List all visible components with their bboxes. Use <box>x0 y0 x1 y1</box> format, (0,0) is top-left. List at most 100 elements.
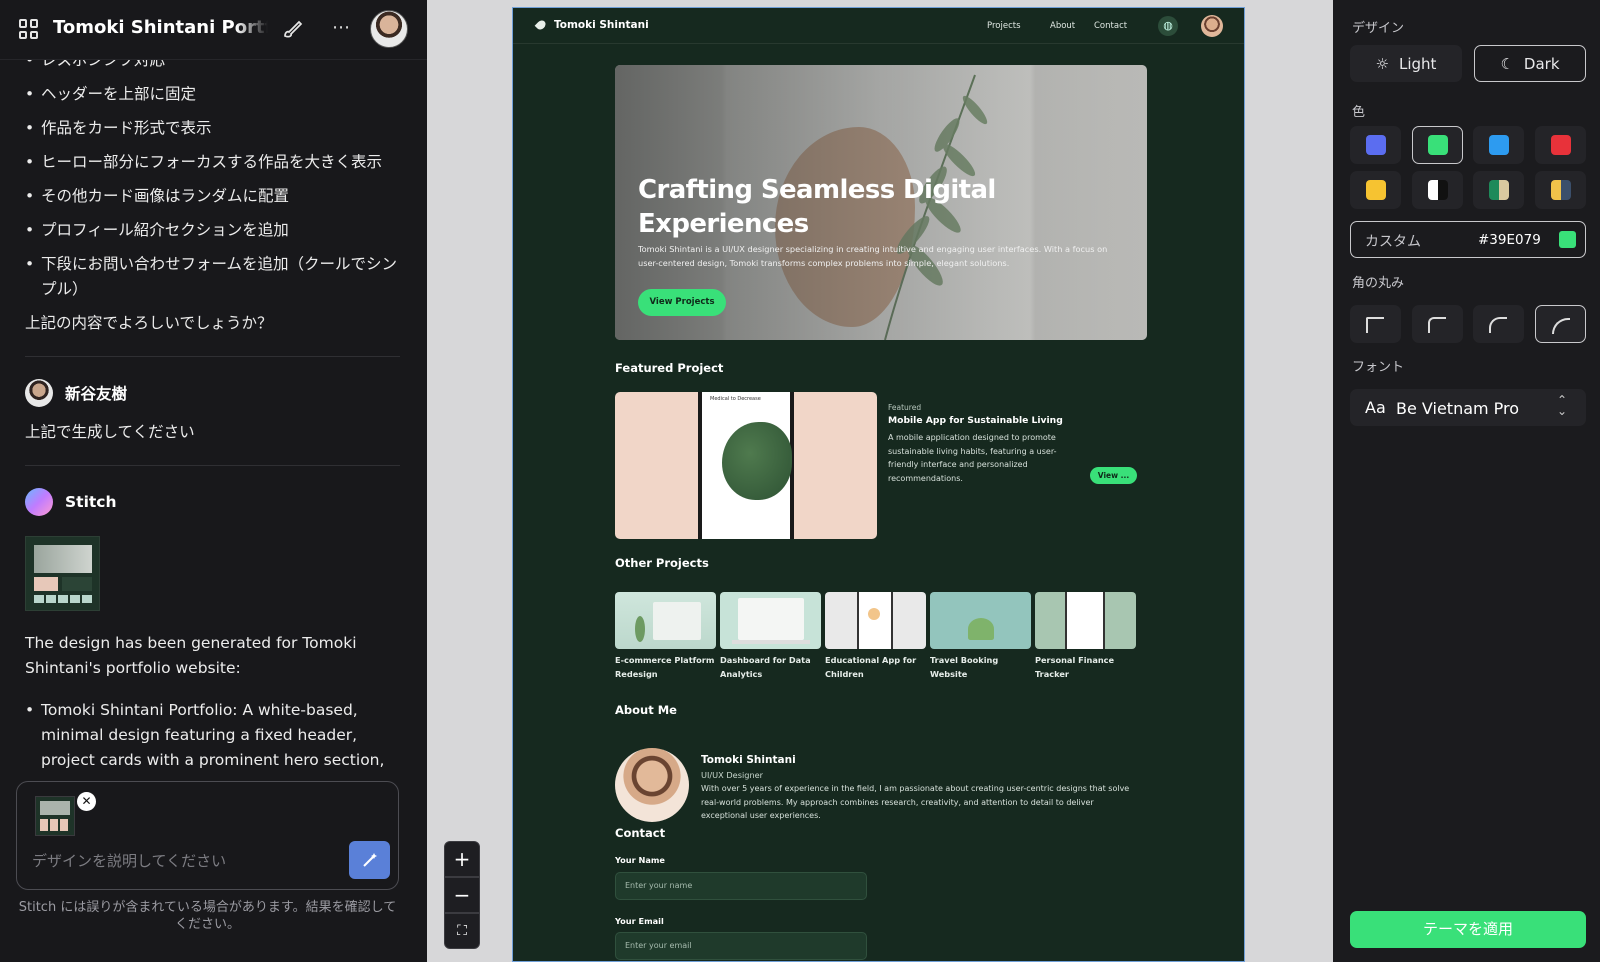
apply-theme-button[interactable]: テーマを適用 <box>1350 911 1586 948</box>
contact-heading: Contact <box>615 826 666 840</box>
list-item: ヘッダーを上部に固定 <box>25 82 400 107</box>
email-input[interactable]: Enter your email <box>615 932 867 960</box>
brush-icon[interactable] <box>281 18 303 40</box>
stitch-avatar <box>25 488 53 516</box>
swatch-yellow[interactable] <box>1350 171 1401 209</box>
project-label: Dashboard for Data Analytics <box>720 655 811 679</box>
generated-design-thumbnail[interactable] <box>25 536 100 611</box>
project-label: Educational App for Children <box>825 655 917 679</box>
minus-icon: − <box>453 883 471 907</box>
featured-description: A mobile application designed to promote… <box>888 433 1057 483</box>
phone-screen-text: Medical to Decrease <box>710 396 761 402</box>
project-card-finance[interactable] <box>1035 592 1136 649</box>
font-name: Be Vietnam Pro <box>1396 399 1520 418</box>
about-role: UI/UX Designer <box>701 770 764 780</box>
profile-photo <box>615 748 689 822</box>
mockup-avatar[interactable] <box>1201 15 1223 37</box>
custom-color-field[interactable]: カスタム #39E079 <box>1350 221 1586 258</box>
assistant-reply: The design has been generated for Tomoki… <box>25 634 357 677</box>
email-label: Your Email <box>615 916 664 926</box>
nav-projects[interactable]: Projects <box>987 21 1021 31</box>
divider <box>25 356 400 357</box>
assistant-name: Stitch <box>65 493 117 511</box>
font-label: フォント <box>1352 360 1405 375</box>
user-name: 新谷友樹 <box>65 385 128 403</box>
sun-icon: ☼ <box>1375 54 1389 73</box>
leaf-image <box>722 422 792 500</box>
name-input[interactable]: Enter your name <box>615 872 867 900</box>
chat-header: Tomoki Shintani Portfolio ⋯ <box>0 0 427 60</box>
swatch-green-duo[interactable] <box>1473 171 1524 209</box>
light-mode-button[interactable]: ☼ Light <box>1350 45 1462 82</box>
remove-attachment-icon[interactable]: ✕ <box>77 792 96 811</box>
fullscreen-icon: ⛶ <box>457 923 467 939</box>
font-select[interactable]: Aa Be Vietnam Pro ⌃ ⌄ <box>1350 389 1586 426</box>
prompt-input-box[interactable]: ✕ デザインを説明してください <box>16 781 399 890</box>
featured-project-image[interactable]: Medical to Decrease <box>615 392 877 539</box>
more-options-icon[interactable]: ⋯ <box>332 17 351 38</box>
send-button[interactable] <box>349 841 390 879</box>
globe-icon[interactable]: ◍ <box>1158 16 1178 36</box>
about-heading: About Me <box>615 703 677 717</box>
magic-wand-icon <box>362 853 377 867</box>
project-label: E-commerce Platform Redesign <box>615 655 715 679</box>
hero-section: Crafting Seamless Digital Experiences To… <box>615 65 1147 340</box>
project-card-travel[interactable] <box>930 592 1031 649</box>
featured-tag: Featured <box>888 403 922 412</box>
phone-mockup: Medical to Decrease <box>698 392 794 539</box>
nav-contact[interactable]: Contact <box>1094 21 1127 31</box>
project-card-dashboard[interactable] <box>720 592 821 649</box>
project-card-ecommerce[interactable] <box>615 592 716 649</box>
nav-about[interactable]: About <box>1050 21 1075 31</box>
zoom-out-button[interactable]: − <box>444 877 480 913</box>
list-item: 下段にお問い合わせフォームを追加（クールでシンプル） <box>25 252 400 302</box>
view-projects-button[interactable]: View Projects <box>638 289 726 316</box>
attached-image-thumbnail <box>35 796 75 836</box>
swatch-mono[interactable] <box>1412 171 1463 209</box>
dark-mode-button[interactable]: ☾ Dark <box>1474 45 1586 82</box>
about-description: With over 5 years of experience in the f… <box>701 784 1130 820</box>
user-avatar-small <box>25 379 53 407</box>
assistant-message-header: Stitch <box>25 488 400 516</box>
chat-panel: Tomoki Shintani Portfolio ⋯ レスポンシブ対応 ヘッダ… <box>0 0 427 962</box>
color-label: 色 <box>1352 105 1366 120</box>
swatch-green[interactable] <box>1412 126 1463 164</box>
hero-title: Crafting Seamless Digital Experiences <box>638 175 996 239</box>
swatch-gold-duo[interactable] <box>1535 171 1586 209</box>
user-avatar[interactable] <box>370 10 408 48</box>
dark-label: Dark <box>1523 54 1560 73</box>
custom-label: カスタム <box>1365 234 1421 250</box>
mockup-brand[interactable]: Tomoki Shintani <box>554 19 649 31</box>
radius-large-button[interactable] <box>1535 305 1586 343</box>
name-label: Your Name <box>615 855 665 865</box>
chat-thread: レスポンシブ対応 ヘッダーを上部に固定 作品をカード形式で表示 ヒーロー部分にフ… <box>25 48 400 832</box>
user-message: 上記で生成してください <box>25 423 195 441</box>
zoom-in-button[interactable]: + <box>444 841 480 877</box>
logo-icon <box>534 18 548 32</box>
radius-none-button[interactable] <box>1350 305 1401 343</box>
website-mockup[interactable]: Tomoki Shintani Projects About Contact ◍… <box>512 7 1245 962</box>
requirements-list: レスポンシブ対応 ヘッダーを上部に固定 作品をカード形式で表示 ヒーロー部分にフ… <box>25 48 400 302</box>
radius-label: 角の丸み <box>1352 276 1405 291</box>
custom-color-preview <box>1559 231 1576 248</box>
list-item: 作品をカード形式で表示 <box>25 116 400 141</box>
project-label: Travel Booking Website <box>930 655 999 679</box>
swatch-indigo[interactable] <box>1350 126 1401 164</box>
project-card-education[interactable] <box>825 592 926 649</box>
hero-description: Tomoki Shintani is a UI/UX designer spec… <box>638 244 1108 268</box>
radius-small-button[interactable] <box>1412 305 1463 343</box>
swatch-blue[interactable] <box>1473 126 1524 164</box>
prompt-input[interactable]: デザインを説明してください <box>32 850 226 871</box>
fit-screen-button[interactable]: ⛶ <box>444 913 480 949</box>
divider <box>25 465 400 466</box>
featured-heading: Featured Project <box>615 361 724 375</box>
confirm-question: 上記の内容でよろしいでしょうか？ <box>25 314 273 332</box>
featured-title: Mobile App for Sustainable Living <box>888 415 1063 426</box>
list-item: ヒーロー部分にフォーカスする作品を大きく表示 <box>25 150 400 175</box>
apps-grid-icon[interactable] <box>19 19 39 39</box>
radius-medium-button[interactable] <box>1473 305 1524 343</box>
featured-view-button[interactable]: View ... <box>1090 467 1137 484</box>
chevron-updown-icon: ⌃ ⌄ <box>1557 393 1568 418</box>
custom-hex-value[interactable]: #39E079 <box>1478 232 1541 248</box>
swatch-red[interactable] <box>1535 126 1586 164</box>
